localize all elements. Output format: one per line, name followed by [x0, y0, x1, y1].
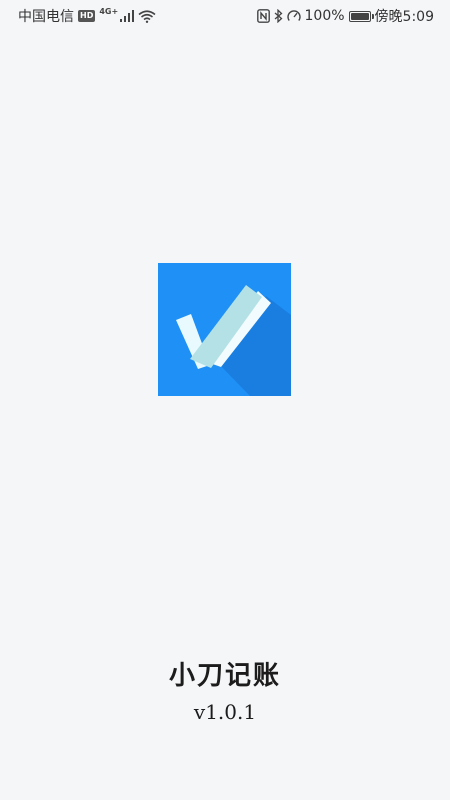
status-bar: 中国电信 HD 4G+ 100% 傍晚5:09 [0, 0, 450, 32]
app-name: 小刀记账 [168, 661, 281, 691]
network-type-label: 4G+ [99, 6, 119, 16]
hd-icon: HD [78, 10, 96, 22]
carrier-label: 中国电信 [18, 9, 74, 25]
app-version: v1.0.1 [193, 700, 257, 724]
nfc-icon [256, 9, 270, 23]
status-time: 傍晚5:09 [374, 9, 434, 25]
battery-level-fill [350, 12, 369, 20]
speed-icon [286, 9, 301, 23]
wifi-icon [138, 9, 156, 23]
signal-icon [120, 10, 135, 22]
status-bar-left: 中国电信 HD 4G+ [18, 6, 156, 26]
bluetooth-icon [274, 9, 283, 23]
battery-percent: 100% [304, 8, 345, 24]
status-bar-right: 100% 傍晚5:09 [256, 6, 434, 26]
battery-icon [348, 10, 374, 22]
app-logo [158, 263, 291, 396]
